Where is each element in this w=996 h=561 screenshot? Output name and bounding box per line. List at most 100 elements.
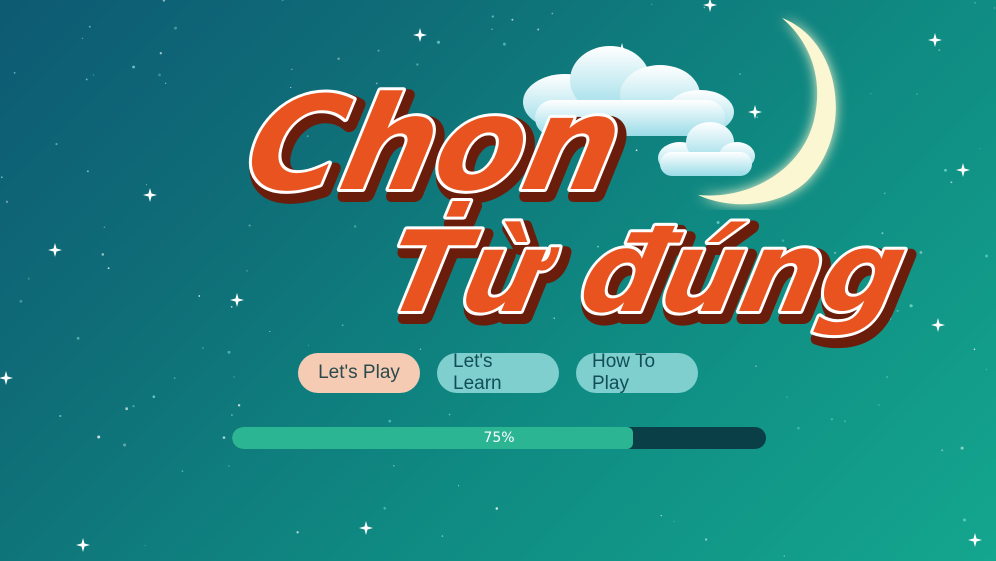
star-dot	[86, 170, 89, 173]
star-dot	[916, 93, 918, 95]
star-dot	[491, 28, 493, 31]
star-dot	[551, 12, 554, 15]
star-dot	[107, 267, 110, 270]
star-dot	[963, 518, 966, 522]
star-dot	[884, 192, 886, 195]
loading-progress-bar: 75%	[232, 427, 766, 449]
star-dot	[145, 183, 148, 186]
sparkle-star-icon	[931, 318, 945, 332]
star-dot	[985, 254, 989, 258]
game-logo: Chọn Chọn Từ đúng Từ đúng	[205, 55, 929, 350]
star-dot	[144, 545, 146, 547]
star-dot	[222, 436, 226, 439]
title-line2: Từ đúng	[375, 207, 918, 338]
star-dot	[909, 304, 913, 308]
star-dot	[97, 435, 101, 439]
star-dot	[383, 507, 386, 510]
star-dot	[448, 413, 451, 416]
star-dot	[974, 2, 976, 4]
game-title-screen: Chọn Chọn Từ đúng Từ đúng Let's Play Let…	[0, 0, 996, 561]
star-dot	[5, 200, 9, 203]
star-dot	[81, 37, 84, 40]
main-menu: Let's Play Let's Learn How To Play	[0, 351, 996, 394]
star-dot	[55, 143, 58, 146]
star-dot	[132, 404, 135, 408]
star-dot	[162, 0, 166, 2]
star-dot	[85, 78, 88, 81]
star-dot	[27, 277, 30, 280]
sparkle-star-icon	[413, 28, 427, 42]
star-dot	[994, 7, 996, 9]
star-dot	[76, 336, 80, 340]
star-dot	[281, 0, 284, 1]
star-dot	[228, 465, 230, 467]
star-dot	[436, 40, 441, 44]
star-dot	[919, 250, 923, 254]
star-dot	[797, 426, 800, 430]
star-dot	[870, 93, 872, 95]
star-dot	[181, 470, 184, 472]
sparkle-star-icon	[968, 533, 982, 547]
star-dot	[393, 465, 395, 467]
star-dot	[59, 415, 62, 417]
star-dot	[537, 28, 540, 31]
star-dot	[93, 74, 95, 76]
progress-label: 75%	[483, 430, 515, 446]
star-dot	[704, 538, 708, 541]
star-dot	[979, 147, 981, 150]
title-line1: Chọn	[234, 69, 636, 220]
star-dot	[388, 419, 392, 423]
star-dot	[973, 348, 976, 351]
star-dot	[159, 52, 162, 55]
star-dot	[202, 347, 204, 349]
star-dot	[491, 15, 494, 18]
sparkle-star-icon	[143, 188, 157, 202]
lets-learn-button[interactable]: Let's Learn	[437, 351, 559, 394]
sparkle-star-icon	[956, 163, 970, 177]
star-dot	[88, 25, 91, 28]
star-dot	[441, 535, 444, 537]
star-dot	[296, 531, 299, 534]
star-dot	[123, 443, 127, 447]
star-dot	[944, 168, 947, 172]
star-dot	[377, 49, 380, 52]
lets-play-button[interactable]: Let's Play	[298, 353, 420, 393]
star-dot	[502, 42, 506, 46]
star-dot	[783, 555, 785, 557]
star-dot	[960, 446, 964, 450]
star-dot	[786, 396, 788, 398]
star-dot	[103, 226, 106, 228]
star-dot	[198, 295, 201, 297]
star-dot	[0, 176, 3, 179]
sparkle-star-icon	[76, 538, 90, 552]
star-dot	[938, 49, 941, 51]
sparkle-star-icon	[928, 33, 942, 47]
star-dot	[843, 420, 847, 423]
star-dot	[13, 72, 16, 74]
star-dot	[158, 73, 161, 77]
star-dot	[237, 404, 241, 407]
star-dot	[125, 407, 129, 411]
star-dot	[173, 26, 178, 30]
star-dot	[878, 404, 880, 406]
star-dot	[660, 514, 662, 517]
star-dot	[231, 414, 233, 416]
star-dot	[419, 348, 422, 350]
star-dot	[950, 181, 953, 184]
star-dot	[830, 417, 834, 421]
star-dot	[511, 18, 514, 21]
star-dot	[703, 6, 706, 9]
sparkle-star-icon	[359, 521, 373, 535]
star-dot	[673, 520, 675, 523]
star-dot	[651, 3, 653, 5]
star-dot	[19, 299, 23, 303]
star-dot	[101, 253, 105, 256]
star-dot	[941, 449, 944, 452]
star-dot	[165, 82, 167, 84]
star-dot	[495, 507, 499, 510]
star-dot	[132, 65, 136, 69]
star-dot	[457, 485, 460, 487]
star-dot	[152, 395, 156, 398]
how-to-play-button[interactable]: How To Play	[576, 351, 698, 394]
sparkle-star-icon	[48, 243, 62, 257]
